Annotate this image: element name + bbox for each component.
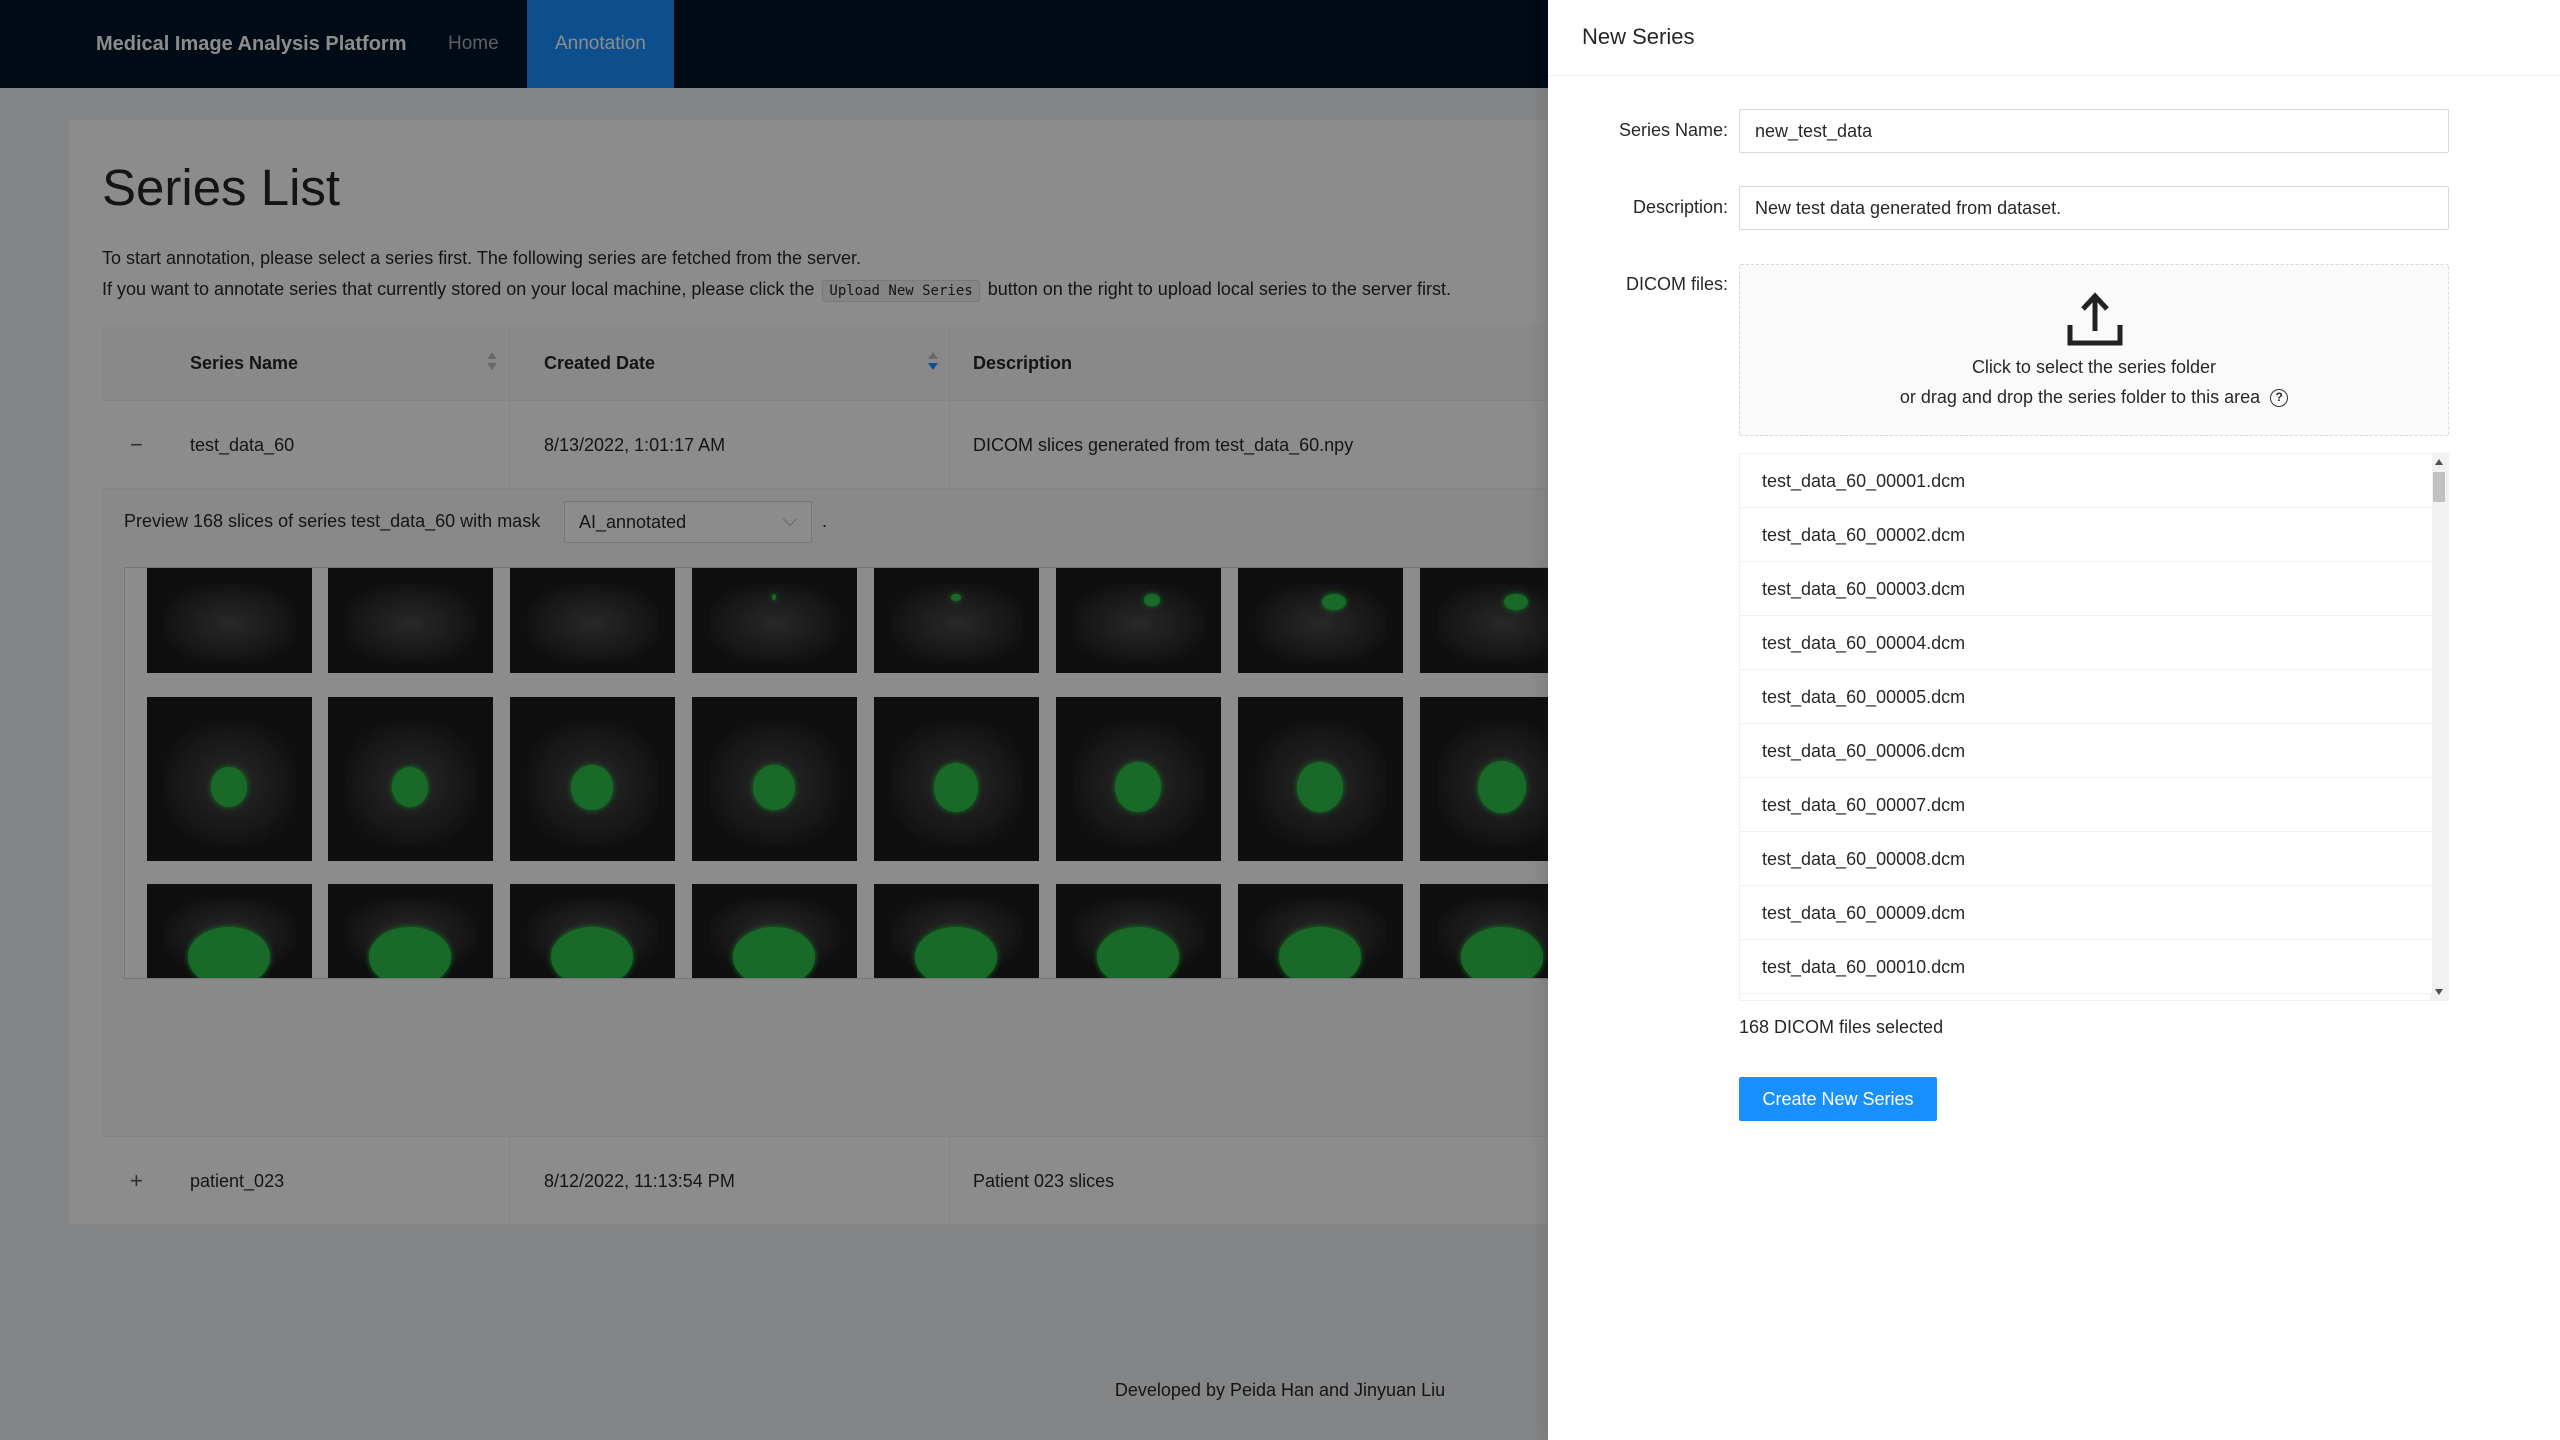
- series-name-input[interactable]: [1739, 109, 2449, 153]
- file-list-item[interactable]: test_data_60_00005.dcm: [1740, 670, 2432, 724]
- dropzone-text-line2: or drag and drop the series folder to th…: [1740, 387, 2448, 408]
- drawer-header: New Series: [1548, 0, 2560, 76]
- dropzone-text-line1: Click to select the series folder: [1971, 357, 2217, 377]
- file-list-item[interactable]: test_data_60_00010.dcm: [1740, 940, 2432, 994]
- dropzone-text: or drag and drop the series folder to th…: [1899, 387, 2261, 407]
- drawer-title: New Series: [1582, 24, 1695, 49]
- scroll-thumb[interactable]: [2433, 472, 2445, 502]
- new-series-drawer: New Series Series Name: Description: DIC…: [1548, 0, 2560, 1440]
- description-label: Description:: [1632, 197, 1728, 217]
- question-circle-icon[interactable]: ?: [2270, 389, 2289, 408]
- upload-icon: [2067, 292, 2123, 346]
- dicom-files-label: DICOM files:: [1625, 274, 1728, 294]
- file-list-item[interactable]: test_data_60_00009.dcm: [1740, 886, 2432, 940]
- file-list-item[interactable]: test_data_60_00006.dcm: [1740, 724, 2432, 778]
- dicom-dropzone[interactable]: Click to select the series folder or dra…: [1739, 264, 2449, 436]
- file-list-item[interactable]: test_data_60_00001.dcm: [1740, 454, 2432, 508]
- description-input[interactable]: [1739, 186, 2449, 230]
- file-list-item[interactable]: test_data_60_00007.dcm: [1740, 778, 2432, 832]
- scroll-down-arrow-icon[interactable]: [2435, 989, 2443, 995]
- create-new-series-button[interactable]: Create New Series: [1739, 1077, 1937, 1121]
- dicom-file-list[interactable]: test_data_60_00001.dcm test_data_60_00002…: [1739, 453, 2449, 1001]
- scroll-up-arrow-icon[interactable]: [2435, 459, 2443, 465]
- file-count-text: 168 DICOM files selected: [1739, 1017, 1944, 1037]
- file-list-item[interactable]: test_data_60_00003.dcm: [1740, 562, 2432, 616]
- file-list-item[interactable]: test_data_60_00002.dcm: [1740, 508, 2432, 562]
- file-list-item[interactable]: test_data_60_00008.dcm: [1740, 832, 2432, 886]
- series-name-label: Series Name:: [1618, 120, 1728, 140]
- file-list-item[interactable]: test_data_60_00004.dcm: [1740, 616, 2432, 670]
- file-list-scrollbar[interactable]: [2430, 454, 2448, 1000]
